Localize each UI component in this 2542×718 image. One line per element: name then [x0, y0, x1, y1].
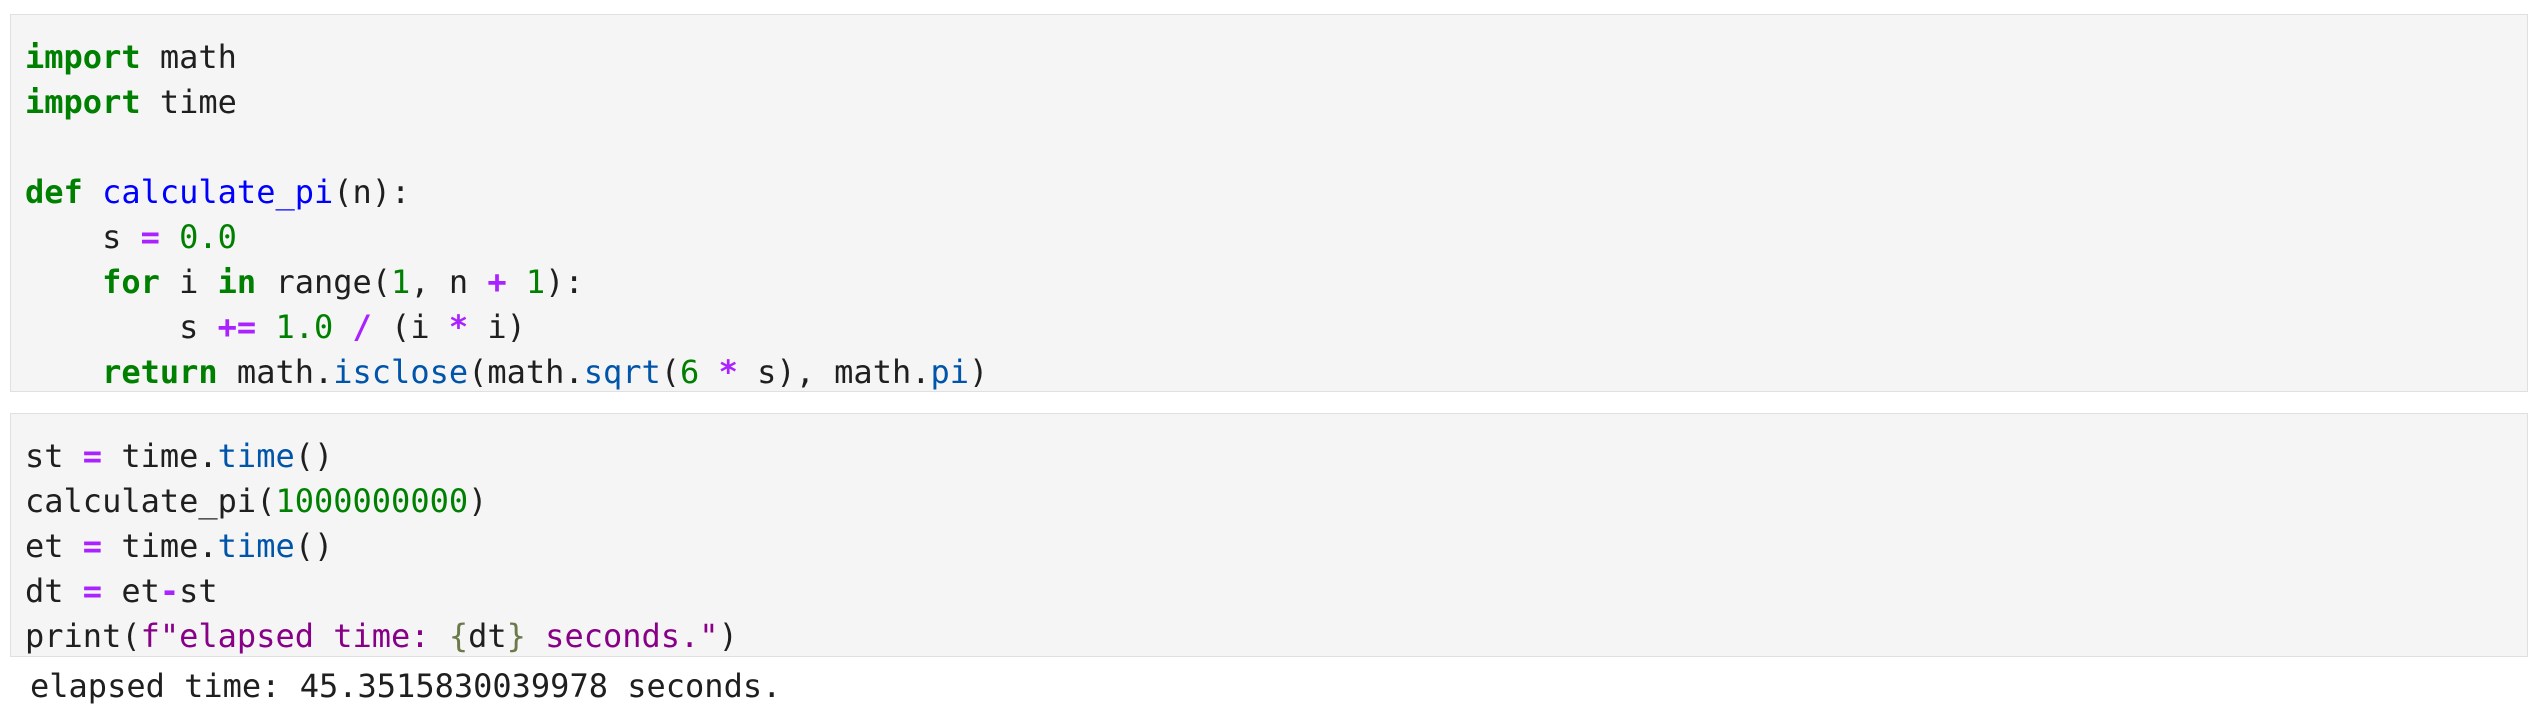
- code-token: time.: [102, 527, 218, 565]
- code-token: import: [25, 38, 141, 76]
- code-token: et: [102, 572, 160, 610]
- code-token: range(: [256, 263, 392, 301]
- code-token: time: [217, 527, 295, 565]
- code-token: (math.: [468, 353, 584, 391]
- code-token: f"elapsed time:: [140, 617, 449, 655]
- code-token: ): [969, 353, 989, 391]
- code-line: def calculate_pi(n):: [25, 170, 2513, 215]
- code-line: import math: [25, 35, 2513, 80]
- code-token: 1: [391, 263, 411, 301]
- code-token: =: [82, 572, 103, 610]
- code-token: dt: [468, 617, 507, 655]
- code-token: (n):: [333, 173, 411, 211]
- code-token: }: [506, 617, 526, 655]
- code-token: =: [82, 437, 103, 475]
- code-token: print(: [25, 617, 141, 655]
- code-token: 1.0: [275, 308, 334, 346]
- code-token: 6: [680, 353, 700, 391]
- code-token: ): [468, 482, 488, 520]
- code-token: +: [487, 263, 507, 301]
- code-token: s), math.: [737, 353, 931, 391]
- cell-output: elapsed time: 45.3515830039978 seconds.: [30, 667, 782, 705]
- code-line: st = time.time(): [25, 434, 2513, 479]
- code-token: (: [660, 353, 681, 391]
- code-cell-1-source[interactable]: import math import time def calculate_pi(n…: [25, 35, 2513, 395]
- code-token: time: [140, 83, 237, 121]
- code-token: =: [140, 218, 160, 256]
- code-token: (): [294, 527, 334, 565]
- code-token: isclose: [333, 353, 469, 391]
- code-token: calculate_pi(: [25, 482, 276, 520]
- code-token: =: [82, 527, 103, 565]
- code-line: calculate_pi(1000000000): [25, 479, 2513, 524]
- code-token: math.: [217, 353, 334, 391]
- code-line: dt = et-st: [25, 569, 2513, 614]
- code-cell-1[interactable]: import math import time def calculate_pi(n…: [10, 14, 2528, 392]
- code-token: -: [159, 572, 180, 610]
- code-token: 0.0: [179, 218, 237, 256]
- code-token: sqrt: [583, 353, 661, 391]
- code-token: *: [448, 308, 469, 346]
- code-token: *: [718, 353, 738, 391]
- code-token: calculate_pi: [102, 173, 334, 211]
- code-token: et: [25, 527, 83, 565]
- code-token: , n: [410, 263, 488, 301]
- code-token: return: [102, 353, 218, 391]
- code-line: s = 0.0: [25, 215, 2513, 260]
- code-token: pi: [930, 353, 970, 391]
- code-token: i): [468, 308, 526, 346]
- code-token: (i: [371, 308, 449, 346]
- code-token: s: [25, 218, 141, 256]
- code-token: i: [159, 263, 218, 301]
- code-cell-2-source[interactable]: st = time.time() calculate_pi(1000000000)…: [25, 434, 2513, 659]
- code-token: 1: [525, 263, 546, 301]
- code-token: st: [179, 572, 218, 610]
- code-token: ): [718, 617, 738, 655]
- code-line: return math.isclose(math.sqrt(6 * s), ma…: [25, 350, 2513, 395]
- code-token: +=: [217, 308, 257, 346]
- code-line: s += 1.0 / (i * i): [25, 305, 2513, 350]
- code-token: {: [448, 617, 469, 655]
- code-token: dt: [25, 572, 83, 610]
- code-token: (): [294, 437, 334, 475]
- code-token: for: [102, 263, 160, 301]
- code-line: print(f"elapsed time: {dt} seconds."): [25, 614, 2513, 659]
- code-token: import: [25, 83, 141, 121]
- code-token: s: [25, 308, 218, 346]
- code-cell-2[interactable]: st = time.time() calculate_pi(1000000000)…: [10, 413, 2528, 657]
- code-token: st: [25, 437, 83, 475]
- code-token: /: [352, 308, 372, 346]
- code-line: for i in range(1, n + 1):: [25, 260, 2513, 305]
- code-line: import time: [25, 80, 2513, 125]
- code-token: time: [217, 437, 295, 475]
- code-token: in: [217, 263, 257, 301]
- code-token: 1000000000: [275, 482, 469, 520]
- code-token: seconds.": [525, 617, 719, 655]
- code-line: et = time.time(): [25, 524, 2513, 569]
- code-token: time.: [102, 437, 218, 475]
- code-token: ):: [545, 263, 584, 301]
- code-token: def: [25, 173, 83, 211]
- code-token: math: [140, 38, 237, 76]
